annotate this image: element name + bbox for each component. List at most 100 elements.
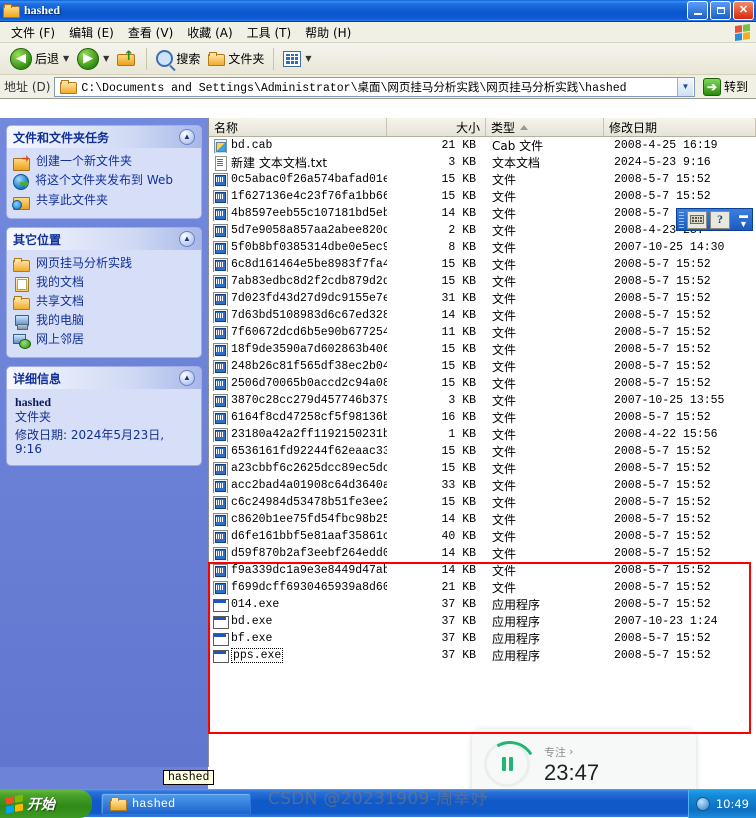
column-header-date[interactable]: 修改日期 xyxy=(604,118,756,136)
file-name: 7d023fd43d27d9dc9155e7e... xyxy=(231,292,387,305)
start-button[interactable]: 开始 xyxy=(0,789,92,818)
table-row[interactable]: 新建 文本文档.txt 3 KB 文本文档 2024-5-23 9:16 xyxy=(209,154,756,171)
table-row[interactable]: 2506d70065b0accd2c94a08... 15 KB 文件 2008-5-… xyxy=(209,375,756,392)
file-tasks-header[interactable]: 文件和文件夹任务 ▲ xyxy=(7,126,201,148)
table-row[interactable]: 248b26c81f565df38ec2b04... 15 KB 文件 2008-5-… xyxy=(209,358,756,375)
table-row[interactable]: 6164f8cd47258cf5f98136b... 16 KB 文件 2008-5-… xyxy=(209,409,756,426)
file-name-cell: bd.exe xyxy=(209,615,387,629)
table-row[interactable]: 7f60672dcd6b5e90b677254... 11 KB 文件 2008-5-… xyxy=(209,324,756,341)
chevron-up-icon[interactable]: ▲ xyxy=(179,370,195,386)
drag-handle[interactable] xyxy=(679,211,684,228)
file-name: 1f627136e4c23f76fa1bb66... xyxy=(231,190,387,203)
table-row[interactable]: 18f9de3590a7d602863b406... 15 KB 文件 2008-5-… xyxy=(209,341,756,358)
column-header-type[interactable]: 类型 xyxy=(486,118,604,136)
chevron-down-icon[interactable]: ▼ xyxy=(63,54,69,63)
timer-label-row[interactable]: 专注 › xyxy=(544,744,599,760)
chevron-up-icon[interactable]: ▲ xyxy=(179,129,195,145)
go-button[interactable]: ➔ 转到 xyxy=(699,77,752,96)
table-row[interactable]: 6536161fd92244f62eaac33... 15 KB 文件 2008-5-… xyxy=(209,443,756,460)
place-network-places[interactable]: 网上邻居 xyxy=(13,331,195,350)
close-button[interactable]: ✕ xyxy=(733,1,754,20)
table-row[interactable]: bd.cab 21 KB Cab 文件 2008-4-25 16:19 xyxy=(209,137,756,154)
table-row[interactable]: bd.exe 37 KB 应用程序 2007-10-23 1:24 xyxy=(209,613,756,630)
pause-icon[interactable] xyxy=(501,757,513,771)
menu-view[interactable]: 查看 (V) xyxy=(121,22,180,43)
table-row[interactable]: 23180a42a2ff1192150231b... 1 KB 文件 2008-4-2… xyxy=(209,426,756,443)
views-button[interactable]: ▼ xyxy=(279,46,315,72)
table-row[interactable]: 5d7e9058a857aa2abee820d...2 KB文件2008-4-2… xyxy=(209,222,756,239)
table-row[interactable]: 5f0b8bf0385314dbe0e5ec9... 8 KB 文件 2007-10-… xyxy=(209,239,756,256)
help-icon[interactable]: ? xyxy=(710,210,730,229)
tray-clock[interactable]: 10:49 xyxy=(716,797,749,811)
task-create-new-folder[interactable]: 创建一个新文件夹 xyxy=(13,153,195,172)
details-header[interactable]: 详细信息 ▲ xyxy=(7,367,201,389)
address-dropdown-button[interactable]: ▼ xyxy=(676,77,693,96)
ime-minimize-button[interactable]: ▬ ▼ xyxy=(739,210,748,229)
table-row[interactable]: 4b8597eeb55c107181bd5eb...14 KB文件2008-5-… xyxy=(209,205,756,222)
folders-button[interactable]: 文件夹 xyxy=(204,46,268,72)
menu-favorites[interactable]: 收藏 (A) xyxy=(180,22,239,43)
table-row[interactable]: 1f627136e4c23f76fa1bb66... 15 KB 文件 2008-5-… xyxy=(209,188,756,205)
maximize-button[interactable] xyxy=(710,1,731,20)
table-row[interactable]: 3870c28cc279d457746b379... 3 KB 文件 2007-10-… xyxy=(209,392,756,409)
other-places-header[interactable]: 其它位置 ▲ xyxy=(7,228,201,250)
up-folder-icon: ↑ xyxy=(117,50,137,68)
file-size: 40 KB xyxy=(441,530,476,543)
menu-help[interactable]: 帮助 (H) xyxy=(298,22,358,43)
table-row[interactable]: f699dcff6930465939a8d60... 21 KB 文件 2008-5-… xyxy=(209,579,756,596)
search-button[interactable]: 搜索 xyxy=(152,46,204,72)
place-my-computer[interactable]: 我的电脑 xyxy=(13,312,195,331)
menu-file[interactable]: 文件 (F) xyxy=(4,22,62,43)
file-name-cell: 7ab83edbc8d2f2cdb879d2d... xyxy=(209,274,387,289)
table-row[interactable]: bf.exe 37 KB 应用程序 2008-5-7 15:52 xyxy=(209,630,756,647)
explorer-content: 文件和文件夹任务 ▲ 创建一个新文件夹 将这个文件夹发布到 Web 共享此文件夹 xyxy=(0,118,756,767)
table-row[interactable]: 6c8d161464e5be8983f7fa4... 15 KB 文件 2008-5-… xyxy=(209,256,756,273)
chevron-down-icon[interactable]: ▼ xyxy=(305,54,311,63)
tray-icon[interactable] xyxy=(695,796,710,811)
up-button[interactable]: ↑ xyxy=(113,46,141,72)
chevron-down-icon[interactable]: ▼ xyxy=(103,54,109,63)
place-parent-folder[interactable]: 网页挂马分析实践 xyxy=(13,255,195,274)
back-button[interactable]: ◀ 后退 ▼ xyxy=(6,46,73,72)
table-row[interactable]: c6c24984d53478b51fe3ee2... 15 KB 文件 2008-5-… xyxy=(209,494,756,511)
file-size: 14 KB xyxy=(441,564,476,577)
menu-edit[interactable]: 编辑 (E) xyxy=(62,22,121,43)
table-row[interactable]: 7ab83edbc8d2f2cdb879d2d... 15 KB 文件 2008-5-… xyxy=(209,273,756,290)
table-row[interactable]: a23cbbf6c2625dcc89ec5dc... 15 KB 文件 2008-5-… xyxy=(209,460,756,477)
column-header-name[interactable]: 名称 xyxy=(209,118,387,136)
file-date: 2007-10-25 14:30 xyxy=(614,241,725,254)
task-publish-to-web[interactable]: 将这个文件夹发布到 Web xyxy=(13,172,195,192)
table-row[interactable]: d6fe161bbf5e81aaf35861c... 40 KB 文件 2008-5-… xyxy=(209,528,756,545)
keyboard-icon[interactable] xyxy=(687,210,707,229)
address-input[interactable]: C:\Documents and Settings\Administrator\… xyxy=(54,76,695,97)
ime-language-bar[interactable]: ? ▬ ▼ xyxy=(676,208,753,231)
table-row[interactable]: 014.exe 37 KB 应用程序 2008-5-7 15:52 xyxy=(209,596,756,613)
table-row[interactable]: c8620b1ee75fd54fbc98b25... 14 KB 文件 2008-5-… xyxy=(209,511,756,528)
table-row[interactable]: pps.exe 37 KB 应用程序 2008-5-7 15:52 xyxy=(209,647,756,664)
place-shared-documents[interactable]: 共享文档 xyxy=(13,293,195,312)
table-row[interactable]: 7d023fd43d27d9dc9155e7e... 31 KB 文件 2008-5-… xyxy=(209,290,756,307)
minimize-button[interactable] xyxy=(687,1,708,20)
folder-icon xyxy=(110,796,127,811)
chevron-up-icon[interactable]: ▲ xyxy=(179,231,195,247)
file-date: 2008-5-7 15:52 xyxy=(614,564,711,577)
file-type: 文件 xyxy=(492,275,517,289)
file-size: 3 KB xyxy=(448,394,476,407)
menu-tools[interactable]: 工具 (T) xyxy=(240,22,299,43)
table-row[interactable]: d59f870b2af3eebf264edd0... 14 KB 文件 2008-5-… xyxy=(209,545,756,562)
table-row[interactable]: 7d63bd5108983d6c67ed328... 14 KB 文件 2008-5-… xyxy=(209,307,756,324)
place-my-documents[interactable]: 我的文档 xyxy=(13,274,195,293)
file-date: 2008-5-7 15:52 xyxy=(614,649,711,662)
column-header-size[interactable]: 大小 xyxy=(387,118,486,136)
table-row[interactable]: f9a339dc1a9e3e8449d47ab... 14 KB 文件 2008-5-… xyxy=(209,562,756,579)
file-size: 37 KB xyxy=(441,649,476,662)
taskbar-item-hashed[interactable]: hashed xyxy=(101,792,251,815)
generic-file-icon xyxy=(213,478,228,493)
forward-button[interactable]: ▶ ▼ xyxy=(73,46,113,72)
task-share-this-folder[interactable]: 共享此文件夹 xyxy=(12,192,195,211)
address-label: 地址 (D) xyxy=(4,80,51,94)
file-name-cell: 5f0b8bf0385314dbe0e5ec9... xyxy=(209,240,387,255)
table-row[interactable]: 0c5abac0f26a574bafad01e... 15 KB 文件 2008-5-… xyxy=(209,171,756,188)
file-list[interactable]: bd.cab 21 KB Cab 文件 2008-4-25 16:19 新建 文本文档.… xyxy=(209,137,756,767)
table-row[interactable]: acc2bad4a01908c64d3640a... 33 KB 文件 2008-5-… xyxy=(209,477,756,494)
